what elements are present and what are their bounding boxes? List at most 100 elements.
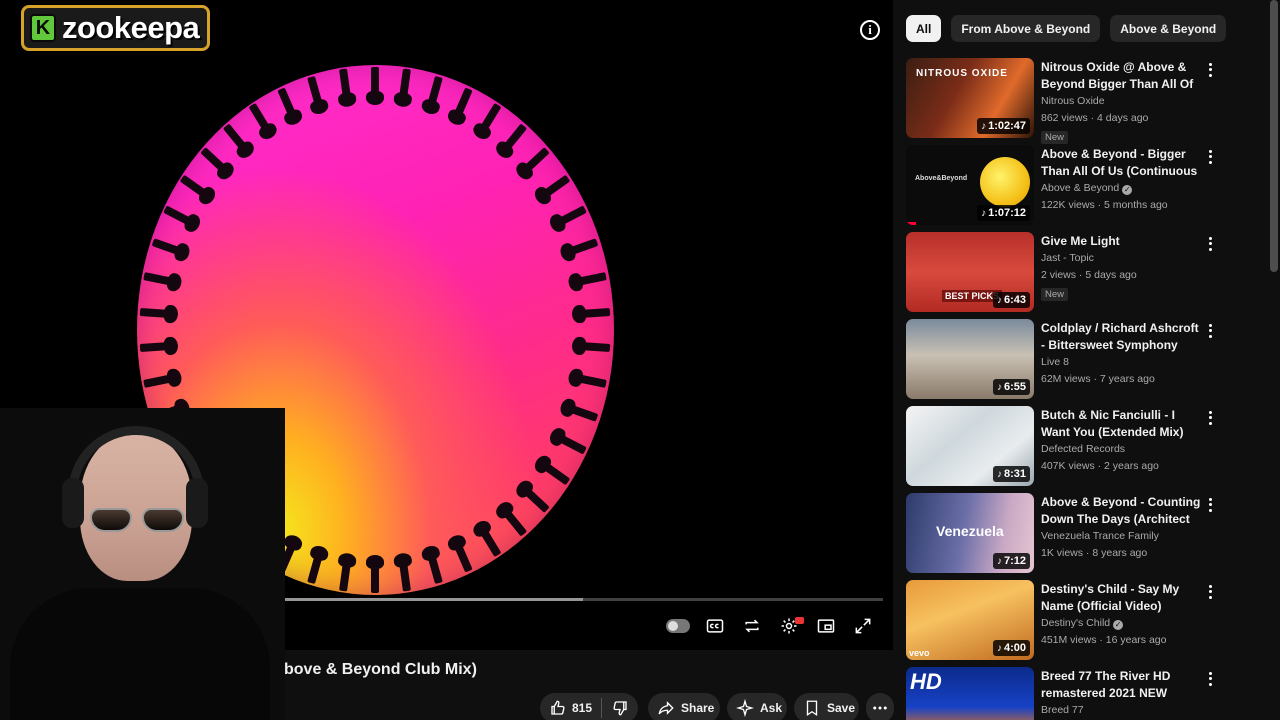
captions-icon[interactable] xyxy=(703,614,727,638)
chip-all[interactable]: All xyxy=(906,15,942,42)
duration-badge: ♪ 6:43 xyxy=(992,292,1030,308)
silhouette-hand xyxy=(571,272,607,288)
autoplay-toggle[interactable] xyxy=(666,619,690,633)
silhouette-hand xyxy=(499,505,528,537)
channel-name-text: Defected Records xyxy=(1041,443,1126,455)
channel-name-text: Venezuela Trance Family xyxy=(1041,530,1159,542)
pill-divider xyxy=(601,698,603,718)
recommendation-title: Destiny's Child - Say My Name (Official … xyxy=(1041,582,1180,613)
chip-filter-2[interactable]: Above & Beyond xyxy=(1110,15,1227,42)
silhouette-hand xyxy=(451,87,473,122)
loop-icon[interactable] xyxy=(740,614,764,638)
channel-name[interactable]: Live 8 xyxy=(1041,354,1201,371)
more-vert-icon[interactable] xyxy=(1204,408,1216,428)
silhouette-hand xyxy=(143,272,179,288)
thumbnail[interactable]: Above&Beyond ♪ 1:07:12 xyxy=(906,145,1034,225)
channel-name-text: Above & Beyond xyxy=(1041,182,1120,194)
thumbnail-text: HD xyxy=(910,669,942,694)
thumbnail[interactable]: HD xyxy=(906,667,1034,720)
channel-name[interactable]: Destiny's Child ✓ xyxy=(1041,615,1201,632)
view-stats: 862 views · 4 days ago xyxy=(1041,112,1149,124)
channel-name[interactable]: Breed 77 xyxy=(1041,702,1201,719)
silhouette-hand xyxy=(307,75,325,111)
more-vert-icon[interactable] xyxy=(1204,234,1216,254)
channel-name-text: Destiny's Child xyxy=(1041,617,1111,629)
channel-name-text: Breed 77 xyxy=(1041,704,1084,716)
thumbnail[interactable]: vevo ♪ 4:00 xyxy=(906,580,1034,660)
thumbnail[interactable]: BEST PICKS ♪ 6:43 xyxy=(906,232,1034,312)
recommendation-meta: Destiny's Child - Say My Name (Official … xyxy=(1041,581,1201,649)
channel-name[interactable]: Venezuela Trance Family xyxy=(1041,528,1201,545)
recommendation-meta: Breed 77 The River HD remastered 2021 NE… xyxy=(1041,668,1201,719)
more-vert-icon[interactable] xyxy=(1204,495,1216,515)
thumbs-down-icon[interactable] xyxy=(611,699,629,717)
save-button[interactable]: Save xyxy=(794,693,859,720)
ask-button[interactable]: Ask xyxy=(727,693,787,720)
more-vert-icon[interactable] xyxy=(1204,321,1216,341)
view-stats: 451M views · 16 years ago xyxy=(1041,634,1167,646)
bookmark-icon xyxy=(806,700,818,717)
thumbnail[interactable]: ♪ 8:31 xyxy=(906,406,1034,486)
like-dislike-group: 815 xyxy=(540,693,638,720)
duration-text: 6:55 xyxy=(1003,381,1026,393)
duration-badge: ♪ 7:12 xyxy=(992,553,1030,569)
duration-badge: ♪ 4:00 xyxy=(992,640,1030,656)
like-count: 815 xyxy=(572,701,593,715)
silhouette-hand xyxy=(563,402,599,422)
silhouette-hand xyxy=(519,483,551,513)
recommendation-item[interactable]: ♪ 8:31 Butch & Nic Fanciulli - I Want You … xyxy=(906,406,1221,486)
more-vert-icon[interactable] xyxy=(1204,669,1216,689)
fullscreen-icon[interactable] xyxy=(851,614,875,638)
new-badge: New xyxy=(1041,131,1069,144)
headphones xyxy=(68,426,204,506)
share-label: Share xyxy=(681,701,715,715)
recommendation-meta: Above & Beyond - Counting Down The Days … xyxy=(1041,494,1201,562)
thumbnail[interactable]: Venezuela ♪ 7:12 xyxy=(906,493,1034,573)
silhouette-hand xyxy=(571,372,607,388)
info-icon[interactable]: i xyxy=(860,20,880,40)
music-note-icon: ♪ xyxy=(981,120,987,132)
silhouette-hand xyxy=(248,103,274,137)
thumbnail[interactable]: ♪ 6:55 xyxy=(906,319,1034,399)
more-actions-button[interactable] xyxy=(866,693,894,720)
silhouette-hand xyxy=(163,205,198,229)
like-button[interactable]: 815 xyxy=(549,699,592,717)
recommendation-item[interactable]: BEST PICKS ♪ 6:43 Give Me Light Jast - Topic… xyxy=(906,232,1221,312)
music-note-icon: ♪ xyxy=(981,207,987,219)
miniplayer-icon[interactable] xyxy=(814,614,838,638)
more-vert-icon[interactable] xyxy=(1204,147,1216,167)
music-note-icon: ♪ xyxy=(996,555,1002,567)
channel-name[interactable]: Defected Records xyxy=(1041,441,1201,458)
recommendation-item[interactable]: Above&Beyond ♪ 1:07:12 Above & Beyond - Big… xyxy=(906,145,1221,225)
share-button[interactable]: Share xyxy=(648,693,720,720)
silhouette-hand xyxy=(552,431,587,455)
more-vert-icon[interactable] xyxy=(1204,582,1216,602)
silhouette-hand xyxy=(143,372,179,388)
view-stats: 62M views · 7 years ago xyxy=(1041,373,1155,385)
recommendation-item[interactable]: HD Breed 77 The River HD remastered 2021 … xyxy=(906,667,1221,720)
silhouette-hand xyxy=(576,341,611,352)
duration-text: 4:00 xyxy=(1003,642,1026,654)
channel-name-text: Live 8 xyxy=(1041,356,1070,368)
silhouette-hand xyxy=(476,523,502,557)
recommendation-title: Breed 77 The River HD remastered 2021 NE… xyxy=(1041,669,1171,700)
silhouette-hand xyxy=(552,205,587,229)
verified-icon: ✓ xyxy=(1113,620,1124,630)
scrollbar[interactable] xyxy=(1270,0,1278,272)
channel-name[interactable]: Above & Beyond ✓ xyxy=(1041,180,1201,197)
chip-filter-1[interactable]: From Above & Beyond xyxy=(951,15,1101,42)
recommendation-item[interactable]: Venezuela ♪ 7:12 Above & Beyond - Counting … xyxy=(906,493,1221,573)
duration-badge: ♪ 8:31 xyxy=(992,466,1030,482)
thumbnail[interactable]: NITROUS OXIDE ♪ 1:02:47 xyxy=(906,58,1034,138)
recommendation-item[interactable]: ♪ 6:55 Coldplay / Richard Ashcroft - Bitte… xyxy=(906,319,1221,399)
sparkle-icon xyxy=(736,699,754,717)
more-vert-icon[interactable] xyxy=(1204,60,1216,80)
channel-name[interactable]: Nitrous Oxide xyxy=(1041,93,1201,110)
duration-badge: ♪ 6:55 xyxy=(992,379,1030,395)
recommendation-item[interactable]: vevo ♪ 4:00 Destiny's Child - Say My Name (… xyxy=(906,580,1221,660)
channel-name[interactable]: Jast - Topic xyxy=(1041,250,1201,267)
recommendation-meta: Coldplay / Richard Ashcroft - Bitterswee… xyxy=(1041,320,1201,388)
duration-text: 7:12 xyxy=(1003,555,1026,567)
share-icon xyxy=(658,701,674,715)
recommendation-item[interactable]: NITROUS OXIDE ♪ 1:02:47 Nitrous Oxide @ Abo… xyxy=(906,58,1221,144)
